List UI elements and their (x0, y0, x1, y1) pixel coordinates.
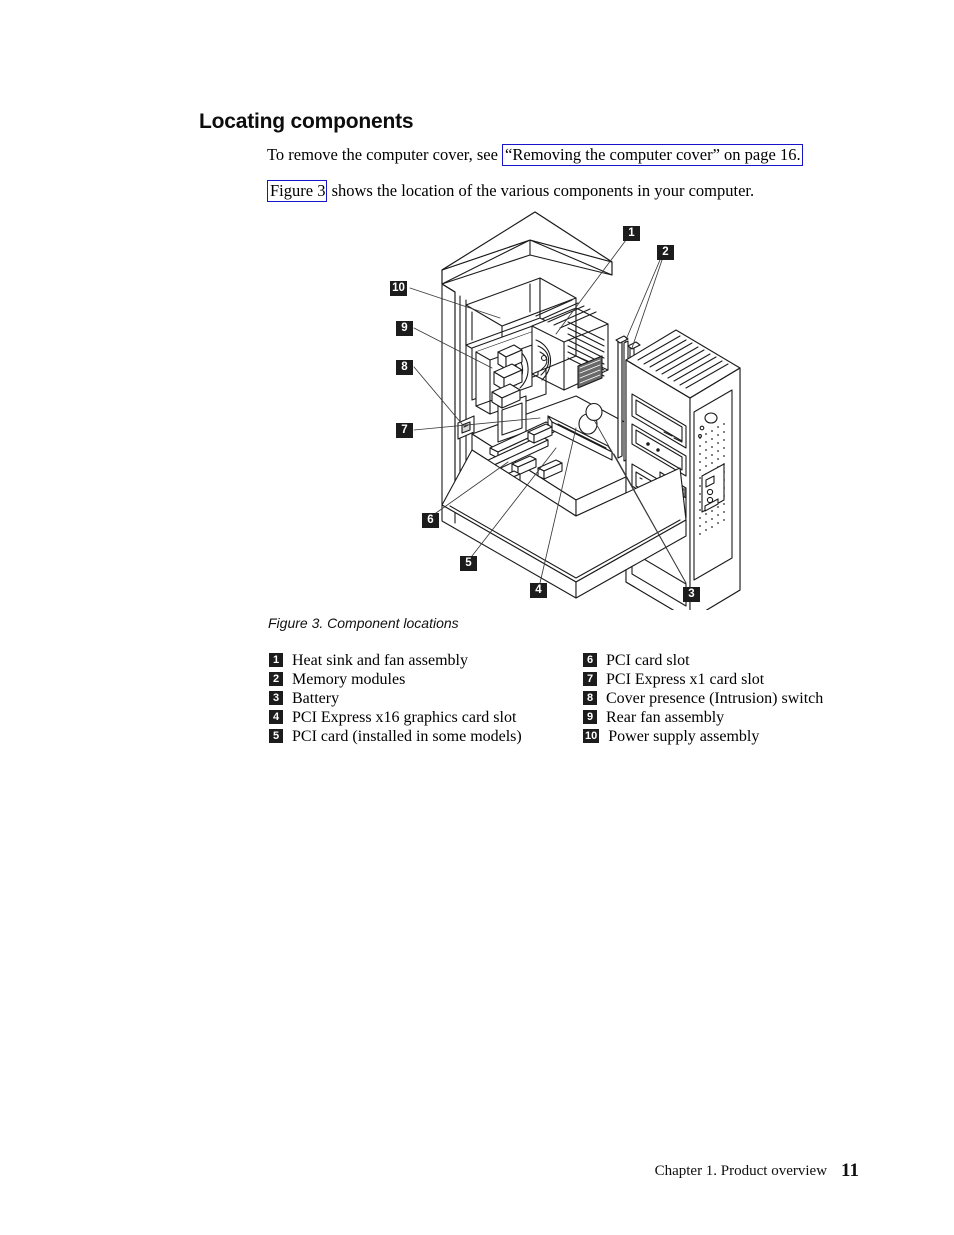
page-footer: Chapter 1. Product overview 11 (0, 1160, 954, 1182)
callout-8: 8 (396, 360, 413, 375)
legend-label: PCI card slot (606, 652, 690, 669)
callout-4: 4 (530, 583, 547, 598)
legend-badge: 2 (269, 672, 283, 686)
footer-chapter: Chapter 1. Product overview (654, 1163, 828, 1179)
computer-chassis-illustration (409, 211, 741, 610)
paragraph-figure-intro-suffix: shows the location of the various compon… (327, 180, 755, 200)
legend-badge: 9 (583, 710, 597, 724)
legend-item: 8 Cover presence (Intrusion) switch (583, 689, 823, 708)
legend-item: 6 PCI card slot (583, 651, 823, 670)
figure-caption: Figure 3. Component locations (268, 615, 459, 631)
callout-1: 1 (623, 226, 640, 241)
callout-10: 10 (390, 281, 407, 296)
paragraph-remove-cover: To remove the computer cover, see “Remov… (267, 143, 803, 166)
legend-label: PCI Express x1 card slot (606, 671, 765, 688)
legend-badge: 1 (269, 653, 283, 667)
paragraph-remove-cover-prefix: To remove the computer cover, see (267, 144, 503, 164)
callout-5: 5 (460, 556, 477, 571)
legend-badge: 7 (583, 672, 597, 686)
legend-item: 1 Heat sink and fan assembly (269, 651, 522, 670)
page-title: Locating components (199, 110, 414, 134)
legend-label: PCI card (installed in some models) (292, 728, 522, 745)
legend-label: Cover presence (Intrusion) switch (606, 690, 824, 707)
link-figure-3[interactable]: Figure 3 (267, 179, 328, 202)
legend-item: 2 Memory modules (269, 670, 522, 689)
legend-badge: 3 (269, 691, 283, 705)
paragraph-figure-intro: Figure 3 shows the location of the vario… (267, 179, 755, 202)
callout-7: 7 (396, 423, 413, 438)
legend-item: 9 Rear fan assembly (583, 708, 823, 727)
legend-badge: 4 (269, 710, 283, 724)
callout-9: 9 (396, 321, 413, 336)
legend-item: 3 Battery (269, 689, 522, 708)
legend-item: 5 PCI card (installed in some models) (269, 727, 522, 746)
legend-item: 7 PCI Express x1 card slot (583, 670, 823, 689)
legend-label: Heat sink and fan assembly (292, 652, 468, 669)
legend-label: Memory modules (292, 671, 406, 688)
legend-label: PCI Express x16 graphics card slot (292, 709, 517, 726)
legend-item: 10 Power supply assembly (583, 727, 823, 746)
legend-badge: 10 (583, 729, 600, 743)
callout-6: 6 (422, 513, 439, 528)
legend-badge: 6 (583, 653, 597, 667)
legend-label: Rear fan assembly (606, 709, 725, 726)
link-removing-the-computer-cover[interactable]: “Removing the computer cover” on page 16… (502, 143, 803, 166)
footer-page-number: 11 (841, 1160, 859, 1181)
legend-item: 4 PCI Express x16 graphics card slot (269, 708, 522, 727)
callout-2: 2 (657, 245, 674, 260)
legend-label: Power supply assembly (608, 728, 760, 745)
legend-label: Battery (292, 690, 340, 707)
legend-column-right: 6 PCI card slot 7 PCI Express x1 card sl… (583, 651, 823, 746)
legend-badge: 5 (269, 729, 283, 743)
legend-badge: 8 (583, 691, 597, 705)
legend-column-left: 1 Heat sink and fan assembly 2 Memory mo… (269, 651, 522, 746)
figure-component-locations: 1 2 10 9 8 7 6 5 4 3 (380, 200, 780, 610)
callout-3: 3 (683, 587, 700, 602)
